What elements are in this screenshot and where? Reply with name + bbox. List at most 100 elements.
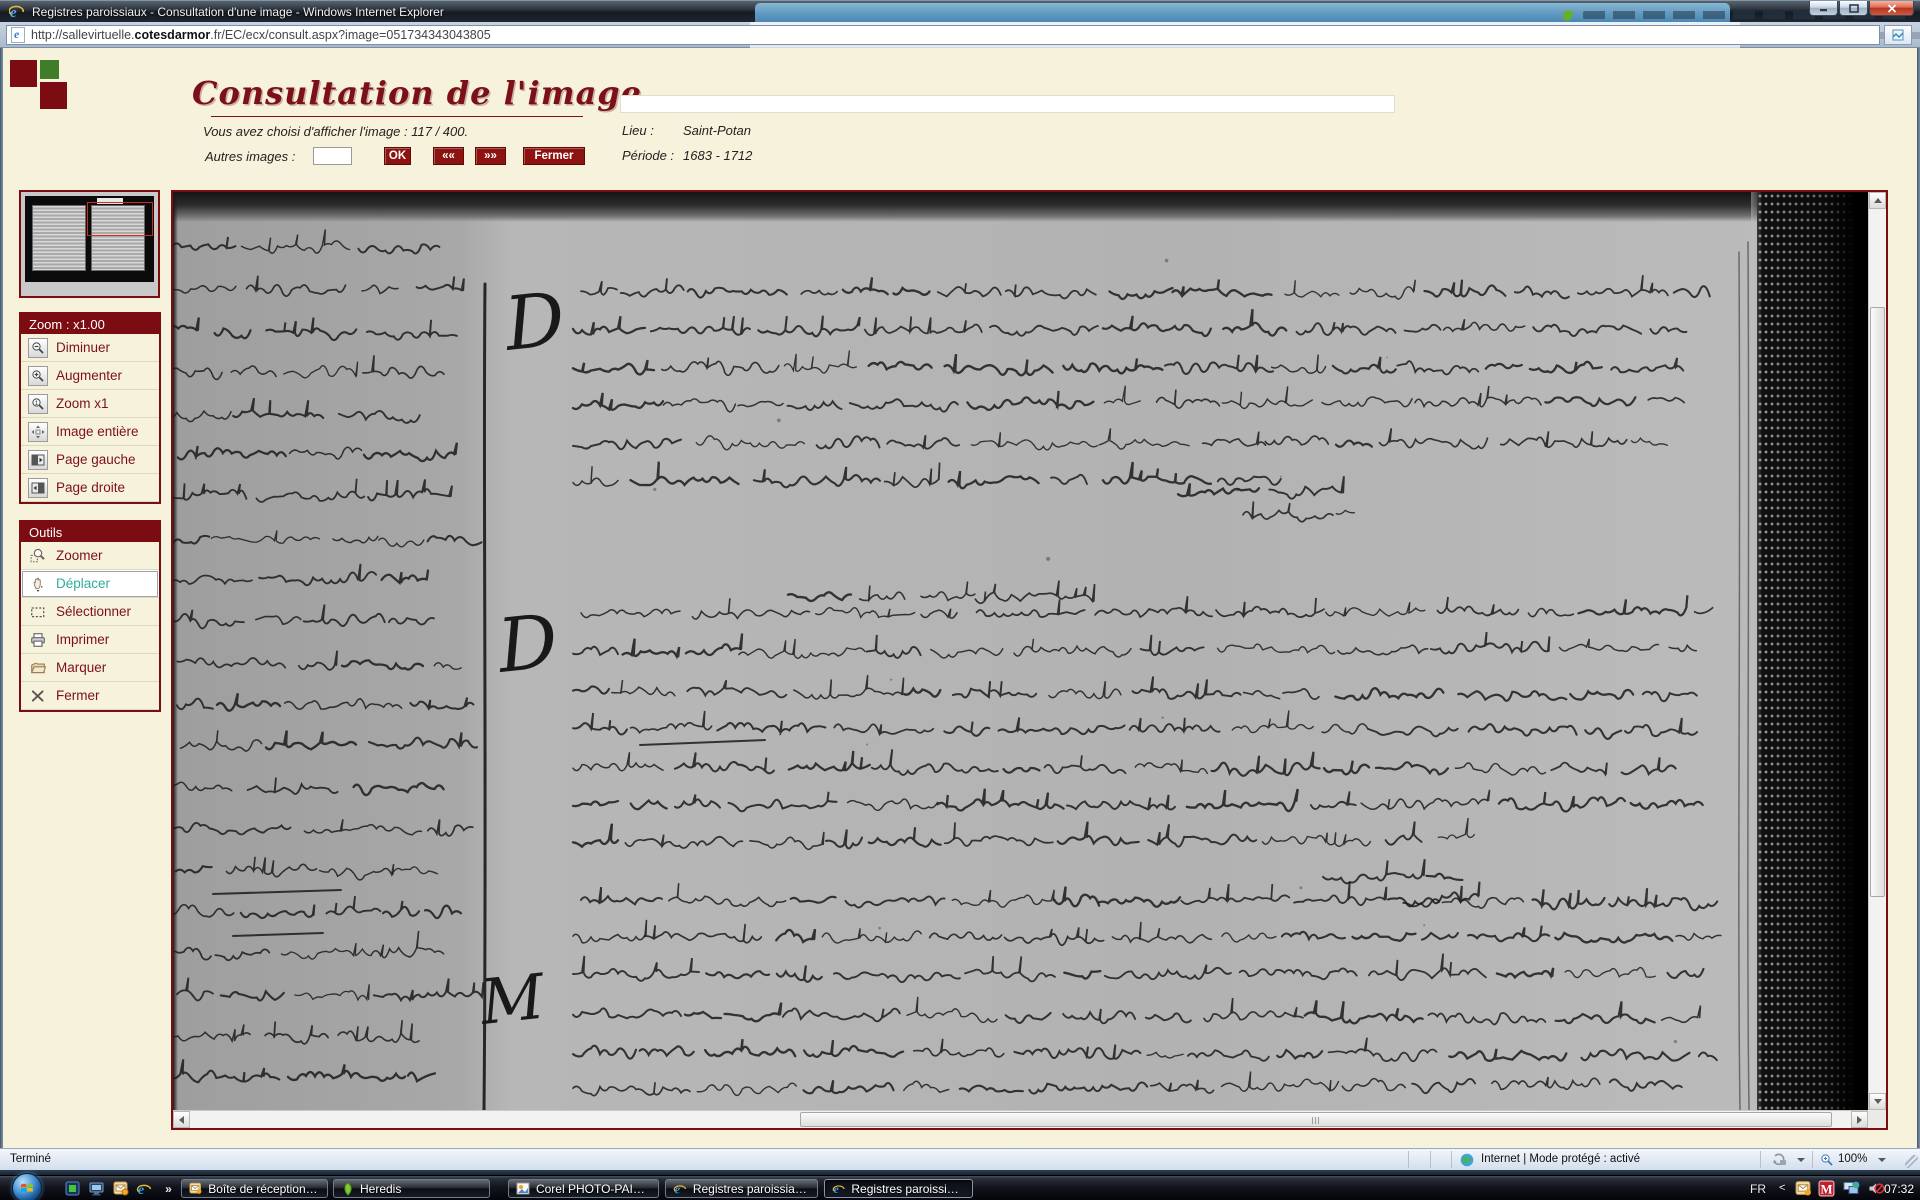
thumbnail-image bbox=[25, 196, 154, 282]
go-page-icon bbox=[1891, 28, 1905, 42]
previous-image-button[interactable]: «« bbox=[433, 147, 464, 165]
handwriting-layer: D D M bbox=[173, 192, 1868, 1110]
selection-rect-icon bbox=[28, 602, 48, 622]
mail-task-icon bbox=[189, 1182, 202, 1195]
title-bar: e Registres paroissiaux - Consultation d… bbox=[0, 0, 1920, 22]
corel-photo-task-icon bbox=[516, 1182, 530, 1195]
zoom-level-text[interactable]: 100% bbox=[1838, 1153, 1867, 1165]
address-field[interactable]: http://sallevirtuelle.cotesdarmor.fr/EC/… bbox=[6, 25, 1880, 45]
lieu-value: Saint-Potan bbox=[683, 123, 751, 138]
internet-explorer-icon[interactable]: e bbox=[135, 1180, 152, 1197]
taskbar-button-registres-2-active[interactable]: e Registres paroissiau... bbox=[824, 1179, 973, 1198]
zoom-tool-icon bbox=[28, 546, 48, 566]
zoom-item-augmenter[interactable]: Augmenter bbox=[21, 362, 159, 390]
screen: e Registres paroissiaux - Consultation d… bbox=[0, 0, 1920, 1200]
protected-mode-icon[interactable] bbox=[1772, 1153, 1788, 1167]
close-button[interactable] bbox=[1869, 1, 1914, 16]
scroll-left-button[interactable] bbox=[173, 1111, 190, 1128]
horizontal-scroll-thumb[interactable] bbox=[800, 1112, 1832, 1127]
page-icon bbox=[11, 27, 25, 43]
vertical-scrollbar[interactable] bbox=[1868, 192, 1886, 1110]
resize-grip[interactable] bbox=[1905, 1155, 1918, 1168]
go-button[interactable] bbox=[1884, 25, 1912, 45]
tool-item-selectionner[interactable]: Sélectionner bbox=[21, 598, 159, 626]
ok-button[interactable]: OK bbox=[384, 147, 411, 165]
status-bar: Terminé Internet | Mode protégé : activé… bbox=[0, 1148, 1920, 1170]
mcafee-icon[interactable]: M bbox=[1818, 1180, 1835, 1197]
zoom-item-page-gauche[interactable]: Page gauche bbox=[21, 446, 159, 474]
zoom-item-zoom-x1[interactable]: 1 Zoom x1 bbox=[21, 390, 159, 418]
cotes-darmor-logo bbox=[10, 60, 70, 116]
page-title: Consultation de l'image bbox=[192, 74, 642, 112]
zoom-item-page-droite[interactable]: Page droite bbox=[21, 474, 159, 502]
next-image-button[interactable]: »» bbox=[475, 147, 506, 165]
taskbar-button-registres-1[interactable]: e Registres paroissiau... bbox=[665, 1179, 818, 1198]
quick-launch-overflow-chevron[interactable]: » bbox=[160, 1180, 177, 1197]
periode-label: Période : bbox=[622, 148, 674, 163]
zoom-panel: Zoom : x1.00 Diminuer Augmenter 1 Zoom x… bbox=[19, 312, 161, 504]
fermer-button[interactable]: Fermer bbox=[523, 147, 585, 165]
thumbnail-navigator[interactable] bbox=[19, 190, 160, 298]
ie-icon: e bbox=[9, 4, 25, 20]
page-left-icon bbox=[28, 450, 48, 470]
protected-mode-dropdown-arrow[interactable] bbox=[1797, 1158, 1805, 1162]
heredis-leaf-icon bbox=[1561, 9, 1573, 22]
tools-panel: Outils Zoomer Déplacer Sélectionner bbox=[19, 520, 161, 712]
autres-images-label: Autres images : bbox=[205, 149, 295, 164]
header-white-strip bbox=[620, 95, 1395, 113]
thumbnail-viewport-rect[interactable] bbox=[87, 202, 153, 236]
tool-item-zoomer[interactable]: Zoomer bbox=[21, 542, 159, 570]
taskbar-clock[interactable]: 07:32 bbox=[1884, 1182, 1914, 1196]
tray-expand-chevron[interactable]: < bbox=[1779, 1182, 1785, 1194]
image-controls-row: Autres images : OK «« »» Fermer bbox=[205, 147, 295, 166]
status-text: Terminé bbox=[10, 1153, 51, 1165]
svg-text:M: M bbox=[1820, 1182, 1832, 1196]
svg-text:D: D bbox=[492, 598, 562, 690]
svg-text:1: 1 bbox=[35, 400, 39, 407]
volume-muted-icon[interactable] bbox=[1868, 1180, 1885, 1197]
manuscript-scan[interactable]: D D M bbox=[173, 192, 1868, 1110]
image-viewer: D D M bbox=[171, 190, 1888, 1130]
tool-item-deplacer[interactable]: Déplacer bbox=[21, 570, 159, 598]
zoom-1-icon: 1 bbox=[28, 394, 48, 414]
mail-icon[interactable] bbox=[112, 1180, 129, 1197]
language-indicator[interactable]: FR bbox=[1750, 1182, 1766, 1196]
start-button[interactable] bbox=[12, 1173, 42, 1200]
taskbar-button-heredis[interactable]: Heredis bbox=[333, 1179, 490, 1198]
image-number-input[interactable] bbox=[313, 147, 352, 165]
zoom-item-image-entiere[interactable]: Image entière bbox=[21, 418, 159, 446]
zoom-in-icon bbox=[28, 366, 48, 386]
vertical-scroll-thumb[interactable] bbox=[1870, 307, 1885, 897]
fit-image-icon bbox=[28, 422, 48, 442]
bookmark-folder-icon bbox=[28, 658, 48, 678]
image-counter-text: Vous avez choisi d'afficher l'image : 11… bbox=[203, 124, 468, 139]
background-window-glass bbox=[755, 3, 1730, 23]
scrollbar-corner bbox=[1868, 1110, 1886, 1128]
scroll-down-button[interactable] bbox=[1869, 1093, 1886, 1110]
page-content: Consultation de l'image Vous avez choisi… bbox=[0, 48, 1920, 1148]
maximize-button[interactable] bbox=[1839, 1, 1868, 16]
taskbar-button-corel[interactable]: Corel PHOTO-PAIN... bbox=[508, 1179, 659, 1198]
tool-item-imprimer[interactable]: Imprimer bbox=[21, 626, 159, 654]
minimize-button[interactable] bbox=[1809, 1, 1838, 16]
zoom-dropdown-arrow[interactable] bbox=[1878, 1158, 1886, 1162]
taskbar-button-inbox[interactable]: Boîte de réception - ... bbox=[181, 1179, 328, 1198]
zone-text: Internet | Mode protégé : activé bbox=[1481, 1153, 1640, 1165]
horizontal-scrollbar[interactable] bbox=[173, 1110, 1868, 1128]
tool-item-fermer[interactable]: Fermer bbox=[21, 682, 159, 710]
scroll-up-button[interactable] bbox=[1869, 192, 1886, 209]
tray-mail-icon[interactable] bbox=[1795, 1180, 1812, 1197]
svg-text:D: D bbox=[499, 276, 569, 368]
svg-text:M: M bbox=[476, 960, 549, 1039]
show-desktop-icon[interactable] bbox=[64, 1180, 81, 1197]
tool-item-marquer[interactable]: Marquer bbox=[21, 654, 159, 682]
zoom-out-icon bbox=[28, 338, 48, 358]
computer-icon[interactable] bbox=[88, 1180, 105, 1197]
scroll-right-button[interactable] bbox=[1851, 1111, 1868, 1128]
address-bar: http://sallevirtuelle.cotesdarmor.fr/EC/… bbox=[0, 22, 1920, 48]
page-right-icon bbox=[28, 478, 48, 498]
network-icon[interactable] bbox=[1843, 1180, 1860, 1197]
tools-panel-header: Outils bbox=[21, 522, 159, 542]
zoom-item-diminuer[interactable]: Diminuer bbox=[21, 334, 159, 362]
zoom-level-icon bbox=[1820, 1153, 1834, 1167]
